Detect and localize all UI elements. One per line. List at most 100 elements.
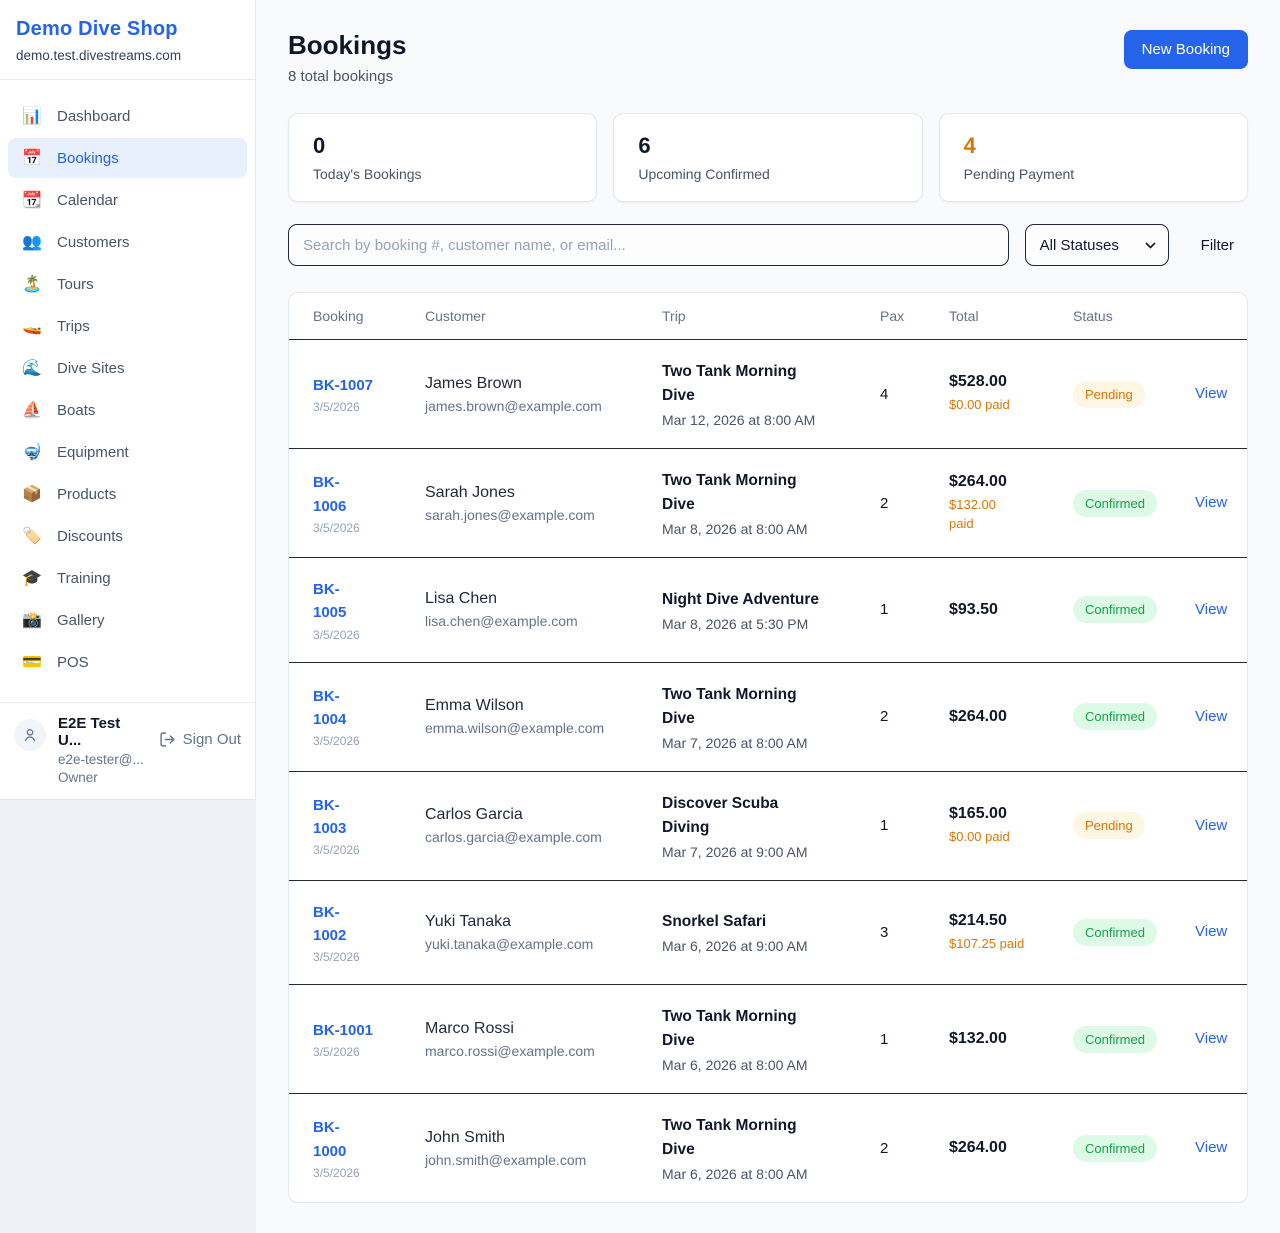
- status-cell: Confirmed: [1073, 596, 1195, 623]
- booking-id-link[interactable]: BK- 1002: [313, 901, 346, 948]
- customer-name: Sarah Jones: [425, 484, 646, 502]
- sidebar-item-bookings[interactable]: 📅 Bookings: [8, 138, 247, 178]
- sidebar-item-tours[interactable]: 🏝️ Tours: [8, 264, 247, 304]
- new-booking-button[interactable]: New Booking: [1124, 30, 1248, 69]
- view-link[interactable]: View: [1195, 923, 1227, 940]
- sidebar-item-label: Trips: [57, 318, 90, 335]
- trip-cell: Two Tank Morning Dive Mar 12, 2026 at 8:…: [662, 360, 880, 428]
- trip-name: Two Tank Morning Dive: [662, 1005, 864, 1053]
- sidebar-item-label: Customers: [57, 234, 130, 251]
- total-cell: $264.00 $132.00 paid: [949, 473, 1073, 534]
- booking-id-link[interactable]: BK- 1006: [313, 471, 346, 518]
- sidebar-item-label: Gallery: [57, 612, 105, 629]
- pax-cell: 2: [880, 1140, 949, 1157]
- sidebar-item-dive-sites[interactable]: 🌊 Dive Sites: [8, 348, 247, 388]
- sidebar-item-calendar[interactable]: 📆 Calendar: [8, 180, 247, 220]
- booking-id-link[interactable]: BK- 1005: [313, 578, 346, 625]
- status-cell: Pending: [1073, 812, 1195, 839]
- sidebar-item-customers[interactable]: 👥 Customers: [8, 222, 247, 262]
- customer-cell: Marco Rossi marco.rossi@example.com: [425, 1020, 662, 1059]
- customer-email: carlos.garcia@example.com: [425, 829, 646, 845]
- booking-date: 3/5/2026: [313, 521, 409, 535]
- booking-id-link[interactable]: BK-1007: [313, 374, 373, 397]
- sign-out-button[interactable]: Sign Out: [159, 731, 241, 748]
- view-link[interactable]: View: [1195, 817, 1227, 834]
- view-link[interactable]: View: [1195, 601, 1227, 618]
- avatar: [14, 719, 46, 751]
- package-icon: 📦: [22, 484, 42, 504]
- table-row: BK- 1002 3/5/2026 Yuki Tanaka yuki.tanak…: [289, 880, 1247, 985]
- customer-name: Lisa Chen: [425, 590, 646, 608]
- sidebar-item-trips[interactable]: 🚤 Trips: [8, 306, 247, 346]
- trip-name: Snorkel Safari: [662, 910, 864, 934]
- view-link[interactable]: View: [1195, 385, 1227, 402]
- booking-cell: BK-1001 3/5/2026: [313, 1019, 425, 1059]
- sidebar-user-section: E2E Test U... e2e-tester@... Owner Sign …: [0, 702, 255, 799]
- booking-id-link[interactable]: BK-1001: [313, 1019, 373, 1042]
- sidebar-item-boats[interactable]: ⛵ Boats: [8, 390, 247, 430]
- search-input[interactable]: [288, 224, 1009, 266]
- paid-amount: $0.00 paid: [949, 827, 1057, 847]
- pax-cell: 1: [880, 601, 949, 618]
- customer-email: lisa.chen@example.com: [425, 613, 646, 629]
- view-link[interactable]: View: [1195, 494, 1227, 511]
- trip-date: Mar 6, 2026 at 8:00 AM: [662, 1057, 864, 1073]
- paid-amount: $107.25 paid: [949, 934, 1057, 954]
- actions-cell: View: [1195, 385, 1247, 403]
- customer-name: Emma Wilson: [425, 697, 646, 715]
- customer-email: john.smith@example.com: [425, 1152, 646, 1168]
- tag-icon: 🏷️: [22, 526, 42, 546]
- sidebar-item-discounts[interactable]: 🏷️ Discounts: [8, 516, 247, 556]
- booking-id-link[interactable]: BK- 1004: [313, 685, 346, 732]
- sidebar-item-gallery[interactable]: 📸 Gallery: [8, 600, 247, 640]
- customer-cell: Yuki Tanaka yuki.tanaka@example.com: [425, 913, 662, 952]
- actions-cell: View: [1195, 708, 1247, 726]
- trip-cell: Two Tank Morning Dive Mar 6, 2026 at 8:0…: [662, 1005, 880, 1073]
- brand[interactable]: Demo Dive Shop demo.test.divestreams.com: [0, 0, 255, 80]
- sidebar-item-label: Dive Sites: [57, 360, 125, 377]
- stat-value: 0: [313, 133, 572, 159]
- booking-cell: BK- 1004 3/5/2026: [313, 685, 425, 749]
- customer-email: yuki.tanaka@example.com: [425, 936, 646, 952]
- stat-label: Today's Bookings: [313, 166, 572, 182]
- sidebar-nav: 📊 Dashboard 📅 Bookings 📆 Calendar 👥 Cust…: [0, 80, 255, 694]
- user-role: Owner: [58, 770, 147, 785]
- status-badge: Confirmed: [1073, 1135, 1157, 1162]
- booking-id-link[interactable]: BK- 1000: [313, 1116, 346, 1163]
- view-link[interactable]: View: [1195, 1139, 1227, 1156]
- status-badge: Confirmed: [1073, 490, 1157, 517]
- status-select[interactable]: All Statuses: [1025, 224, 1169, 266]
- sidebar-item-equipment[interactable]: 🤿 Equipment: [8, 432, 247, 472]
- customer-cell: Lisa Chen lisa.chen@example.com: [425, 590, 662, 629]
- graduation-cap-icon: 🎓: [22, 568, 42, 588]
- sidebar-item-products[interactable]: 📦 Products: [8, 474, 247, 514]
- sidebar-item-label: Dashboard: [57, 108, 130, 125]
- status-badge: Confirmed: [1073, 919, 1157, 946]
- sidebar-item-label: Bookings: [57, 150, 119, 167]
- status-badge: Confirmed: [1073, 703, 1157, 730]
- filter-button[interactable]: Filter: [1201, 237, 1234, 254]
- trip-date: Mar 7, 2026 at 8:00 AM: [662, 735, 864, 751]
- booking-date: 3/5/2026: [313, 843, 409, 857]
- status-cell: Pending: [1073, 381, 1195, 408]
- paid-amount: $132.00 paid: [949, 495, 1057, 534]
- booking-id-link[interactable]: BK- 1003: [313, 794, 346, 841]
- status-cell: Confirmed: [1073, 703, 1195, 730]
- stat-card-pending-payment: 4 Pending Payment: [939, 113, 1248, 202]
- total-cell: $264.00: [949, 708, 1073, 726]
- column-header-status: Status: [1073, 308, 1195, 324]
- customer-cell: Sarah Jones sarah.jones@example.com: [425, 484, 662, 523]
- actions-cell: View: [1195, 817, 1247, 835]
- sidebar-item-label: Discounts: [57, 528, 123, 545]
- view-link[interactable]: View: [1195, 708, 1227, 725]
- total-amount: $132.00: [949, 1030, 1057, 1048]
- view-link[interactable]: View: [1195, 1030, 1227, 1047]
- sidebar-item-label: Calendar: [57, 192, 118, 209]
- sidebar-item-label: Equipment: [57, 444, 129, 461]
- sidebar-item-label: Training: [57, 570, 111, 587]
- sidebar-item-pos[interactable]: 💳 POS: [8, 642, 247, 682]
- trip-date: Mar 8, 2026 at 5:30 PM: [662, 616, 864, 632]
- sidebar-item-label: POS: [57, 654, 89, 671]
- sidebar-item-training[interactable]: 🎓 Training: [8, 558, 247, 598]
- sidebar-item-dashboard[interactable]: 📊 Dashboard: [8, 96, 247, 136]
